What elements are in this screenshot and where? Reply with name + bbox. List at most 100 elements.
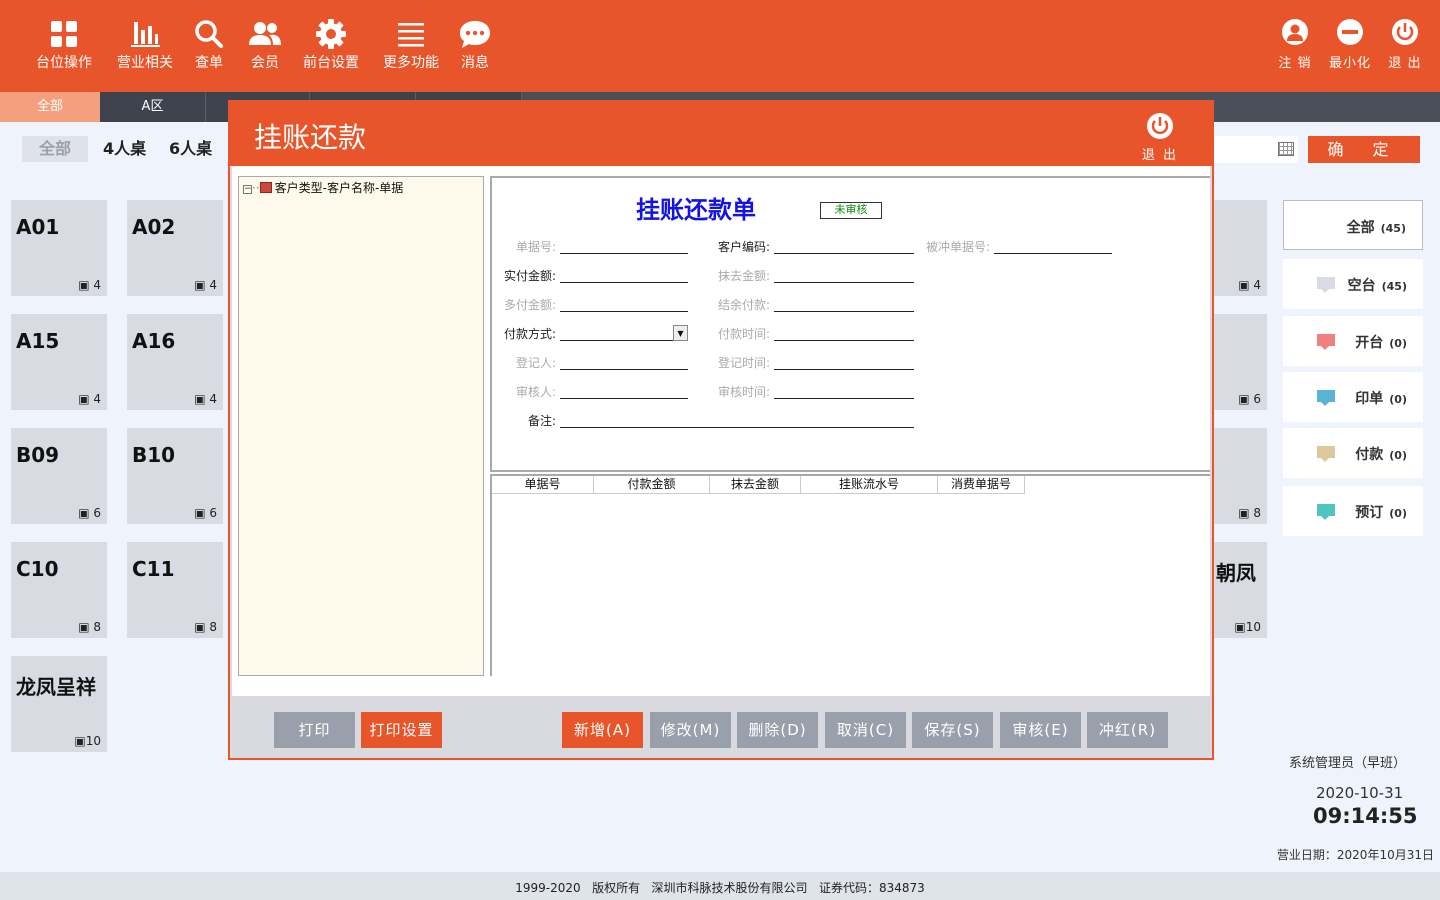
print-settings-button[interactable]: 打印设置 bbox=[361, 712, 442, 748]
remark-field[interactable] bbox=[560, 410, 914, 428]
nav-member[interactable]: 会员 bbox=[246, 18, 284, 78]
table-card[interactable]: B09 ▣ 6 bbox=[11, 428, 107, 524]
table-card[interactable]: B10 ▣ 6 bbox=[127, 428, 223, 524]
table-card[interactable]: C11 ▣ 8 bbox=[127, 542, 223, 638]
nav-label: 更多功能 bbox=[383, 55, 439, 71]
doc-no-field[interactable] bbox=[560, 236, 688, 254]
pay-method-select[interactable]: ▼ bbox=[560, 323, 688, 341]
column-header[interactable]: 付款金额 bbox=[594, 476, 710, 494]
save-button[interactable]: 保存(S) bbox=[912, 712, 993, 748]
current-time: 09:14:55 bbox=[1313, 804, 1418, 828]
seat-icon: ▣ bbox=[1238, 506, 1254, 520]
table-name: C10 bbox=[16, 557, 59, 581]
area-tab-all[interactable]: 全部 bbox=[0, 92, 100, 122]
edit-button[interactable]: 修改(M) bbox=[650, 712, 731, 748]
exit-button[interactable]: 退 出 bbox=[1386, 18, 1424, 71]
legend-open[interactable]: 开台 (0) bbox=[1283, 316, 1423, 366]
nav-messages[interactable]: 消息 bbox=[456, 18, 494, 78]
pay-time-field[interactable] bbox=[774, 323, 914, 341]
tree-root-node[interactable]: −·· 客户类型-客户名称-单据 bbox=[243, 179, 403, 196]
nav-more[interactable]: 更多功能 bbox=[378, 18, 444, 78]
seat-count: ▣ 6 bbox=[1238, 392, 1261, 406]
table-name: C11 bbox=[132, 557, 175, 581]
table-card[interactable]: ▣ 4 bbox=[1214, 200, 1267, 296]
add-button[interactable]: 新增(A) bbox=[562, 712, 643, 748]
nav-label: 会员 bbox=[251, 55, 279, 71]
seat-icon: ▣ bbox=[194, 392, 210, 406]
nav-front-settings[interactable]: 前台设置 bbox=[298, 18, 364, 78]
footer: 1999-2020 版权所有 深圳市科脉技术股份有限公司 证券代码：834873 bbox=[0, 872, 1440, 900]
nav-label: 前台设置 bbox=[303, 55, 359, 71]
seat-icon: ▣ bbox=[78, 392, 94, 406]
minimize-button[interactable]: 最小化 bbox=[1328, 18, 1372, 71]
reverse-button[interactable]: 冲红(R) bbox=[1087, 712, 1168, 748]
table-card[interactable]: A15 ▣ 4 bbox=[11, 314, 107, 410]
calendar-icon[interactable] bbox=[1278, 142, 1294, 156]
table-card[interactable]: C10 ▣ 8 bbox=[11, 542, 107, 638]
offset-doc-no-field[interactable] bbox=[994, 236, 1112, 254]
logout-button[interactable]: 注 销 bbox=[1276, 18, 1314, 71]
power-icon bbox=[1146, 113, 1173, 139]
nav-query[interactable]: 查单 bbox=[190, 18, 228, 78]
delete-button[interactable]: 删除(D) bbox=[737, 712, 818, 748]
dialog-exit-button[interactable]: 退 出 bbox=[1142, 112, 1178, 163]
audit-time-field[interactable] bbox=[774, 381, 914, 399]
confirm-button[interactable]: 确 定 bbox=[1308, 136, 1420, 163]
doc-no-label: 单据号: bbox=[515, 240, 556, 254]
nav-table-ops[interactable]: 台位操作 bbox=[30, 18, 98, 78]
legend-reserved[interactable]: 预订 (0) bbox=[1283, 486, 1423, 536]
audit-button[interactable]: 审核(E) bbox=[1000, 712, 1081, 748]
column-header[interactable]: 挂账流水号 bbox=[801, 476, 938, 494]
over-paid-field[interactable] bbox=[560, 294, 688, 312]
seat-count: ▣ 4 bbox=[194, 392, 217, 406]
capacity-filter-all[interactable]: 全部 bbox=[22, 136, 88, 162]
minimize-icon bbox=[1337, 19, 1363, 45]
repayment-detail-grid[interactable]: 单据号 付款金额 抹去金额 挂账流水号 消费单据号 bbox=[490, 474, 1210, 676]
table-name: 龙凤呈祥 bbox=[16, 675, 96, 699]
column-header[interactable]: 消费单据号 bbox=[938, 476, 1025, 494]
legend-paid[interactable]: 付款 (0) bbox=[1283, 428, 1423, 478]
balance-paid-field[interactable] bbox=[774, 294, 914, 312]
date-input[interactable] bbox=[1214, 136, 1298, 163]
area-tab-a[interactable]: A区 bbox=[100, 92, 206, 122]
legend-count: (45) bbox=[1381, 280, 1407, 293]
audit-time-label: 审核时间: bbox=[717, 385, 770, 399]
capacity-filter-4[interactable]: 4人桌 bbox=[103, 136, 146, 162]
seat-icon: ▣ bbox=[1234, 620, 1246, 634]
customer-tree[interactable]: −·· 客户类型-客户名称-单据 bbox=[238, 176, 484, 676]
table-card[interactable]: A01 ▣ 4 bbox=[11, 200, 107, 296]
paid-amount-field[interactable] bbox=[560, 265, 688, 283]
table-card[interactable]: ▣ 8 bbox=[1214, 428, 1267, 524]
table-card[interactable]: 龙凤呈祥 ▣10 bbox=[11, 656, 107, 752]
column-header[interactable]: 单据号 bbox=[492, 476, 594, 494]
registrar-field[interactable] bbox=[560, 352, 688, 370]
capacity-filter-6[interactable]: 6人桌 bbox=[169, 136, 212, 162]
nav-label: 营业相关 bbox=[117, 55, 173, 71]
auditor-field[interactable] bbox=[560, 381, 688, 399]
nav-business[interactable]: 营业相关 bbox=[112, 18, 178, 78]
credit-repayment-dialog: 挂账还款 退 出 −·· 客户类型-客户名称-单据 挂账还款单 未审核 单据号: … bbox=[228, 100, 1214, 760]
table-card[interactable]: A16 ▣ 4 bbox=[127, 314, 223, 410]
legend-vacant[interactable]: 空台 (45) bbox=[1283, 259, 1423, 309]
dropdown-arrow-icon[interactable]: ▼ bbox=[673, 325, 688, 341]
table-card[interactable]: ▣ 6 bbox=[1214, 314, 1267, 410]
seat-icon: ▣ bbox=[194, 620, 210, 634]
business-date: 营业日期：2020年10月31日 bbox=[1276, 848, 1434, 862]
seat-count: ▣ 4 bbox=[194, 278, 217, 292]
register-time-label: 登记时间: bbox=[717, 356, 770, 370]
collapse-icon[interactable]: − bbox=[243, 185, 252, 194]
legend-all[interactable]: 全部 (45) bbox=[1283, 200, 1423, 250]
legend-printed[interactable]: 印单 (0) bbox=[1283, 372, 1423, 422]
print-button[interactable]: 打印 bbox=[274, 712, 355, 748]
form-title: 挂账还款单 bbox=[636, 196, 756, 224]
register-time-field[interactable] bbox=[774, 352, 914, 370]
cancel-button[interactable]: 取消(C) bbox=[825, 712, 906, 748]
table-name: A01 bbox=[16, 215, 60, 239]
seat-icon: ▣ bbox=[1238, 278, 1254, 292]
wipe-amount-field[interactable] bbox=[774, 265, 914, 283]
table-card[interactable]: 朝凤 ▣10 bbox=[1214, 542, 1267, 638]
column-header[interactable]: 抹去金额 bbox=[710, 476, 801, 494]
table-card[interactable]: A02 ▣ 4 bbox=[127, 200, 223, 296]
customer-code-field[interactable] bbox=[774, 236, 914, 254]
seat-icon: ▣ bbox=[74, 734, 86, 748]
